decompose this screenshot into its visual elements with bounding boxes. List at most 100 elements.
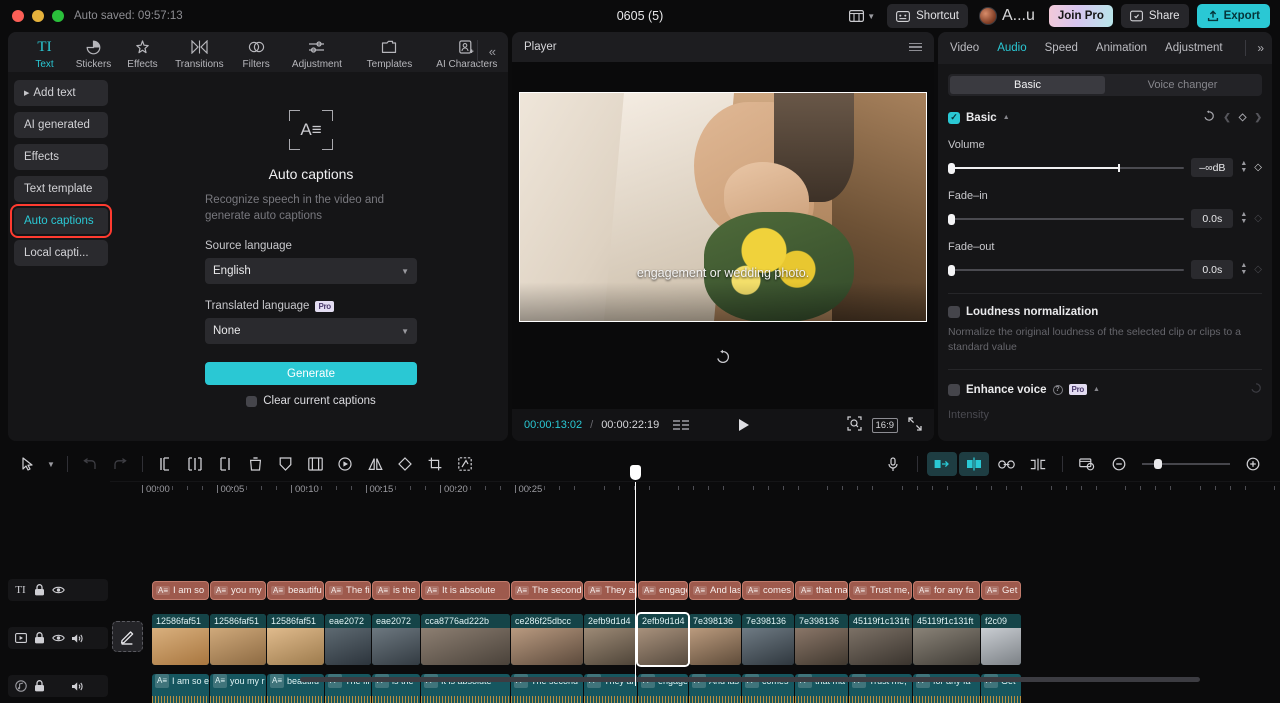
zoom-slider-track[interactable] [1142, 463, 1230, 465]
source-language-select[interactable]: English ▼ [205, 258, 417, 284]
clear-captions-checkbox[interactable]: Clear current captions [246, 395, 376, 407]
chevron-up-icon[interactable]: ▲ [1003, 114, 1010, 121]
freeze-frame-icon[interactable] [300, 452, 330, 476]
share-button[interactable]: Share [1121, 4, 1189, 28]
crop-icon[interactable] [420, 452, 450, 476]
volume-slider-knob[interactable] [948, 163, 955, 174]
lock-icon[interactable] [33, 632, 46, 644]
eye-icon[interactable] [52, 585, 65, 595]
fade-out-slider-track[interactable] [948, 269, 1184, 271]
video-preview[interactable]: engagement or wedding photo. [519, 92, 927, 322]
fade-out-value[interactable]: 0.0s [1191, 260, 1233, 279]
link-icon[interactable] [991, 452, 1021, 476]
text-clip[interactable]: A≡is the [372, 581, 420, 600]
category-templates[interactable]: Templates [353, 35, 426, 70]
zoom-in-icon[interactable] [1238, 452, 1268, 476]
split-icon[interactable] [180, 452, 210, 476]
tab-animation[interactable]: Animation [1096, 42, 1147, 54]
maximize-window-button[interactable] [52, 10, 64, 22]
timeline-ruler[interactable]: 00:0000:0500:1000:1500:2000:250 [110, 481, 1280, 501]
magnet-snap-icon[interactable] [959, 452, 989, 476]
record-mic-icon[interactable] [878, 452, 908, 476]
audio-clip[interactable]: A≡you my r [210, 674, 266, 703]
sidebar-item-effects[interactable]: Effects [14, 144, 108, 170]
reset-icon[interactable] [715, 349, 731, 365]
minimize-window-button[interactable] [32, 10, 44, 22]
translated-language-select[interactable]: None ▼ [205, 318, 417, 344]
text-clip[interactable]: A≡I am so [152, 581, 209, 600]
video-clip[interactable]: 45119f1c131ft [849, 614, 912, 665]
video-clip[interactable]: 2efb9d1d4 [584, 614, 637, 665]
text-clip[interactable]: A≡The second [511, 581, 583, 600]
timeline-horizontal-scrollbar[interactable] [300, 677, 1200, 682]
fade-out-slider-knob[interactable] [948, 265, 955, 276]
video-clip[interactable]: ce286f25dbcc [511, 614, 583, 665]
snap-clip-icon[interactable] [927, 452, 957, 476]
rotate-icon[interactable] [390, 452, 420, 476]
auto-cutout-icon[interactable] [450, 452, 480, 476]
close-window-button[interactable] [12, 10, 24, 22]
undo-icon[interactable] [75, 452, 105, 476]
fade-in-value[interactable]: 0.0s [1191, 209, 1233, 228]
basic-checkbox[interactable]: ✓ [948, 112, 960, 124]
volume-stepper[interactable]: ▲▼ [1240, 161, 1247, 174]
enhance-voice-checkbox[interactable] [948, 384, 960, 396]
fullscreen-icon[interactable] [908, 417, 922, 434]
loudness-checkbox[interactable] [948, 306, 960, 318]
tab-audio[interactable]: Audio [997, 42, 1026, 54]
audio-clip[interactable]: A≡I am so e [152, 674, 209, 703]
aspect-ratio-button[interactable]: 16:9 [872, 418, 899, 433]
text-clip[interactable]: A≡you my [210, 581, 266, 600]
text-clip[interactable]: A≡engage [638, 581, 688, 600]
lock-icon[interactable] [33, 680, 46, 692]
category-effects[interactable]: Effects [118, 35, 167, 70]
segment-voice-changer[interactable]: Voice changer [1105, 76, 1260, 94]
list-icon[interactable] [673, 420, 689, 431]
split-right-icon[interactable] [210, 452, 240, 476]
volume-value[interactable]: –∞dB [1191, 158, 1233, 177]
video-clip[interactable]: cca8776ad222b [421, 614, 510, 665]
text-clip[interactable]: A≡Trust me, [849, 581, 912, 600]
help-icon[interactable]: ? [1053, 385, 1063, 395]
crop-zoom-icon[interactable] [847, 416, 862, 434]
zoom-slider-knob[interactable] [1154, 459, 1162, 469]
thumbnail-toggle-icon[interactable] [1072, 452, 1102, 476]
export-button[interactable]: Export [1197, 4, 1270, 28]
segment-basic[interactable]: Basic [950, 76, 1105, 94]
text-clip[interactable]: A≡that ma [795, 581, 848, 600]
video-clip[interactable]: 12586faf51 [210, 614, 266, 665]
sidebar-item-local-captions[interactable]: Local capti... [14, 240, 108, 266]
hamburger-icon[interactable] [909, 43, 922, 52]
category-adjustment[interactable]: Adjustment [281, 35, 354, 70]
video-clip[interactable]: 7e398136 [742, 614, 794, 665]
video-clip[interactable]: eae2072 [325, 614, 371, 665]
mirror-icon[interactable] [360, 452, 390, 476]
select-arrow-icon[interactable] [12, 452, 42, 476]
account-chip[interactable]: A...u [976, 4, 1041, 28]
keyframe-next-icon[interactable]: ❯ [1254, 112, 1262, 123]
keyframe-prev-icon[interactable]: ❮ [1223, 112, 1231, 123]
chevron-right-double-icon[interactable]: » [1257, 41, 1264, 55]
play-icon[interactable] [739, 419, 749, 431]
volume-icon[interactable] [71, 681, 84, 692]
video-clip[interactable]: 12586faf51 [267, 614, 324, 665]
text-clip[interactable]: A≡And las [689, 581, 741, 600]
fade-in-stepper[interactable]: ▲▼ [1240, 212, 1247, 225]
split-left-icon[interactable] [150, 452, 180, 476]
tab-video[interactable]: Video [950, 42, 979, 54]
collapse-panel-icon[interactable]: « [485, 42, 500, 61]
eye-icon[interactable] [52, 633, 65, 643]
video-clip[interactable]: 12586faf51 [152, 614, 209, 665]
keyframe-icon[interactable]: ◇ [1239, 112, 1247, 123]
reset-icon[interactable] [1203, 110, 1215, 125]
sidebar-item-add-text[interactable]: ▶ Add text [14, 80, 108, 106]
volume-icon[interactable] [71, 633, 84, 644]
video-clip[interactable]: f2c09 [981, 614, 1021, 665]
tab-adjustment[interactable]: Adjustment [1165, 42, 1223, 54]
text-clip[interactable]: A≡Get [981, 581, 1021, 600]
layout-icon[interactable]: ▼ [845, 4, 879, 28]
category-transitions[interactable]: Transitions [167, 35, 232, 70]
pencil-edit-icon[interactable] [112, 621, 143, 652]
video-clip[interactable]: 7e398136 [689, 614, 741, 665]
fade-in-slider-track[interactable] [948, 218, 1184, 220]
